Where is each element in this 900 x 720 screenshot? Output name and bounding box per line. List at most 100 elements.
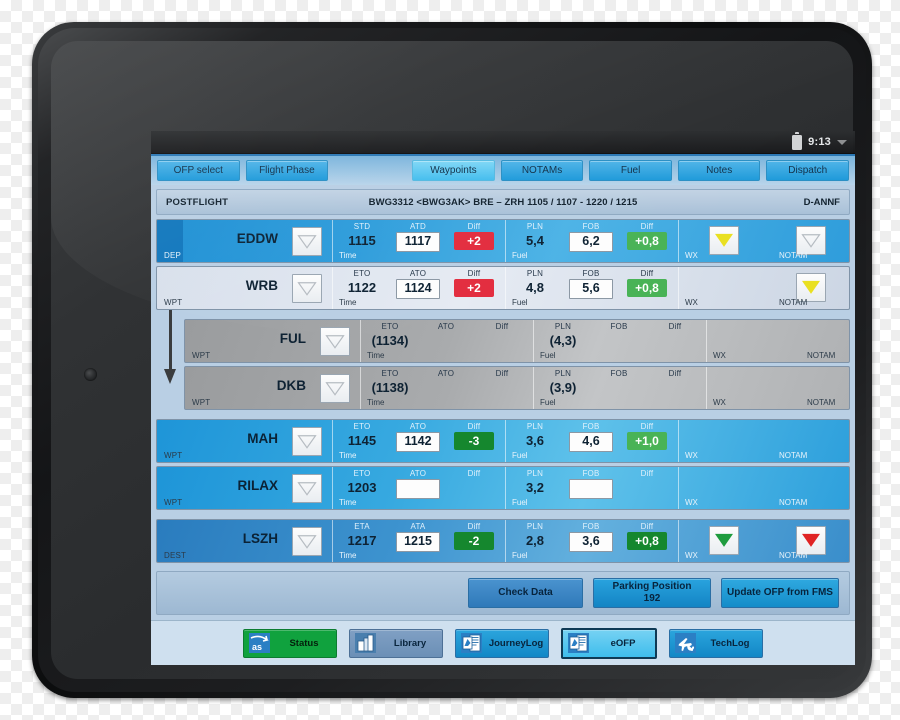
planned-fuel-value: (3,9)	[549, 380, 577, 395]
fuel-group: PLN 3,2 FOB Diff Fuel	[505, 467, 678, 509]
table-row[interactable]: RILAX WPT ETO 1203 ATO Diff Time PLN 3,2…	[156, 466, 850, 510]
table-row[interactable]: FUL WPT ETO (1134) ATO Diff Time PLN (4,…	[184, 319, 850, 363]
planned-fuel-value: 5,4	[525, 233, 545, 248]
fuel-group: PLN (4,3) FOB Diff Fuel	[533, 320, 706, 362]
triangle-yellow-icon	[802, 280, 820, 294]
svg-text:as: as	[252, 642, 262, 652]
col-header-pln: PLN	[554, 369, 572, 378]
actual-time-input[interactable]: 1124	[396, 279, 440, 299]
table-row[interactable]: MAH WPT ETO 1145 ATO 1142 Diff -3 Time P…	[156, 419, 850, 463]
update-ofp-from-fms-button[interactable]: Update OFP from FMS	[721, 578, 839, 608]
table-row[interactable]: DKB WPT ETO (1138) ATO Diff Time PLN (3,…	[184, 366, 850, 410]
waypoint-code: EDDW	[236, 231, 278, 246]
wx-flag-button[interactable]	[709, 526, 739, 555]
waypoint-name-cell: DKB WPT	[185, 367, 360, 409]
waypoint-code: RILAX	[237, 478, 279, 493]
waypoint-expand-toggle[interactable]	[292, 227, 322, 256]
waypoint-expand-toggle[interactable]	[292, 474, 322, 503]
notam-label: NOTAM	[779, 251, 808, 260]
wx-flag-button[interactable]	[709, 226, 739, 255]
notam-label: NOTAM	[779, 298, 808, 307]
col-header-pln: PLN	[526, 469, 544, 478]
tablet-inner-bezel: 9:13 OFP select Flight Phase Waypoints N…	[38, 28, 866, 692]
actual-time-input[interactable]	[396, 479, 440, 499]
flags-group: WX NOTAM	[706, 320, 849, 362]
tab-dispatch[interactable]: Dispatch	[766, 160, 850, 181]
flags-group: WX NOTAM	[678, 420, 849, 462]
estimated-time-value: (1138)	[371, 380, 409, 395]
col-header-pln: PLN	[526, 269, 544, 278]
flags-group: WX NOTAM	[678, 467, 849, 509]
flags-group: WX NOTAM	[706, 367, 849, 409]
fuel-on-board-input[interactable]: 6,2	[569, 232, 613, 252]
tablet-front-face: 9:13 OFP select Flight Phase Waypoints N…	[51, 41, 855, 679]
col-header-fuel-diff: Diff	[640, 469, 654, 478]
fuel-on-board-input[interactable]: 4,6	[569, 432, 613, 452]
footer-button-eofp[interactable]: eOFP	[561, 627, 657, 659]
fuel-on-board-input[interactable]	[569, 479, 613, 499]
fuel-diff-badge: +0,8	[627, 532, 667, 550]
footer-label-library: Library	[393, 637, 427, 649]
waypoint-code: FUL	[279, 331, 306, 346]
waypoint-code: MAH	[247, 431, 278, 446]
footer-label-eofp: eOFP	[610, 637, 636, 649]
waypoint-expand-toggle[interactable]	[292, 274, 322, 303]
estimated-time-value: 1217	[347, 533, 377, 548]
fuel-group-label: Fuel	[512, 498, 528, 507]
table-row[interactable]: EDDW DEP STD 1115 ATD 1117 Diff +2 Time …	[156, 219, 850, 263]
time-group: ETO (1138) ATO Diff Time	[360, 367, 533, 409]
footer-button-journeylog[interactable]: JourneyLog	[455, 628, 549, 658]
col-header-time-diff: Diff	[467, 422, 481, 431]
col-header-pln: PLN	[526, 522, 544, 531]
footer-button-techlog[interactable]: TechLog	[669, 628, 763, 658]
waypoint-name-cell: LSZH DEST	[157, 520, 332, 562]
fuel-group: PLN 5,4 FOB 6,2 Diff +0,8 Fuel	[505, 220, 678, 262]
waypoint-expand-toggle[interactable]	[320, 374, 350, 403]
col-header-time-diff: Diff	[467, 522, 481, 531]
parking-position-button[interactable]: Parking Position 192	[593, 578, 711, 608]
time-group-label: Time	[367, 398, 385, 407]
col-header-fuel-diff: Diff	[640, 522, 654, 531]
tab-waypoints[interactable]: Waypoints	[412, 160, 495, 181]
flight-header-bar: POSTFLIGHT BWG3312 <BWG3AK> BRE – ZRH 11…	[156, 189, 850, 215]
col-header-eto: ETO	[353, 422, 371, 431]
tab-notams[interactable]: NOTAMs	[500, 160, 584, 181]
col-header-eto: ETO	[353, 269, 371, 278]
col-header-fob: FOB	[582, 522, 600, 531]
actual-time-input[interactable]: 1142	[396, 432, 440, 452]
col-header-ato: ATO	[437, 322, 455, 331]
col-header-time-diff: Diff	[495, 369, 509, 378]
planned-fuel-value: 3,2	[525, 480, 545, 495]
waypoint-expand-toggle[interactable]	[292, 527, 322, 556]
col-header-pln: PLN	[554, 322, 572, 331]
waypoint-expand-toggle[interactable]	[292, 427, 322, 456]
col-header-time-diff: Diff	[467, 469, 481, 478]
fuel-diff-badge: +1,0	[627, 432, 667, 450]
footer-button-status[interactable]: as Status	[243, 628, 337, 658]
actual-time-input[interactable]: 1215	[396, 532, 440, 552]
table-row[interactable]: WRB WPT ETO 1122 ATO 1124 Diff +2 Time P…	[156, 266, 850, 310]
tab-notes[interactable]: Notes	[677, 160, 761, 181]
table-row[interactable]: LSZH DEST ETA 1217 ATA 1215 Diff -2 Time…	[156, 519, 850, 563]
check-data-button[interactable]: Check Data	[468, 578, 583, 608]
waypoint-expand-toggle[interactable]	[320, 327, 350, 356]
actual-time-input[interactable]: 1117	[396, 232, 440, 252]
col-header-fob: FOB	[582, 269, 600, 278]
time-group-label: Time	[339, 298, 357, 307]
fuel-on-board-input[interactable]: 3,6	[569, 532, 613, 552]
page-root: 9:13 OFP select Flight Phase Waypoints N…	[0, 0, 900, 720]
wx-label: WX	[713, 351, 726, 360]
tab-ofp-select[interactable]: OFP select	[157, 160, 240, 181]
col-header-pln: PLN	[526, 422, 544, 431]
tab-fuel[interactable]: Fuel	[589, 160, 672, 181]
tab-flight-phase[interactable]: Flight Phase	[245, 160, 329, 181]
col-header-atd: ATD	[409, 222, 426, 231]
fuel-on-board-input[interactable]: 5,6	[569, 279, 613, 299]
col-header-eto: ETO	[353, 469, 371, 478]
aircraft-registration: D-ANNF	[803, 196, 840, 208]
estimated-time-value: 1203	[347, 480, 377, 495]
triangle-green-icon	[715, 533, 733, 547]
footer-button-library[interactable]: Library	[349, 628, 443, 658]
chevron-down-icon[interactable]	[837, 139, 847, 145]
col-header-fob: FOB	[610, 322, 628, 331]
